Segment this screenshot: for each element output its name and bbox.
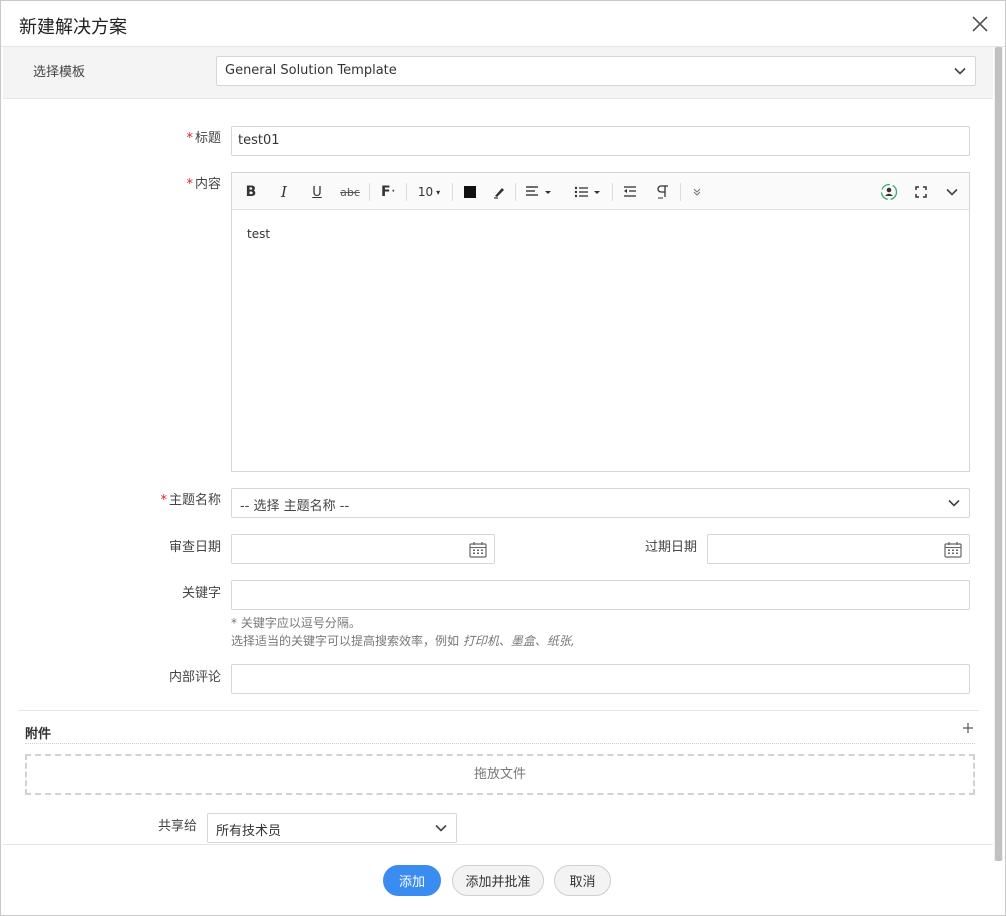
content-editor[interactable]: B I U abc F · 10 ▾ test	[231, 172, 970, 472]
add-button[interactable]: 添加	[383, 865, 441, 896]
toolbar-separator	[515, 183, 516, 201]
share-select[interactable]: 所有技术员	[207, 813, 457, 843]
dialog-scrollbar[interactable]	[994, 47, 1003, 861]
text-color-icon[interactable]	[463, 182, 477, 202]
title-input[interactable]: test01	[231, 126, 970, 156]
subject-select[interactable]: -- 选择 主题名称 --	[231, 488, 970, 518]
dialog-footer: 添加 添加并批准 取消	[3, 844, 993, 915]
add-and-approve-button[interactable]: 添加并批准	[452, 865, 544, 896]
section-divider	[19, 710, 979, 711]
keywords-hint-examples: 打印机、墨盒、纸张,	[462, 634, 575, 648]
review-date-input[interactable]	[231, 534, 495, 564]
strikethrough-icon[interactable]: abc	[340, 182, 360, 202]
expiry-date-label: 过期日期	[644, 540, 697, 555]
highlight-pen-icon[interactable]	[492, 182, 506, 202]
toolbar-separator	[406, 183, 407, 201]
subject-label: * 主题名称	[160, 493, 221, 508]
font-family-icon[interactable]: F ·	[380, 182, 396, 202]
cancel-button[interactable]: 取消	[554, 865, 611, 896]
internal-comment-input[interactable]	[231, 664, 970, 694]
keywords-input[interactable]	[231, 580, 970, 610]
toolbar-separator	[452, 183, 453, 201]
attachment-title: 附件	[25, 727, 52, 742]
required-mark: *	[186, 177, 193, 192]
font-size-dropdown[interactable]: 10 ▾	[416, 182, 442, 202]
chevron-down-icon	[954, 67, 966, 75]
template-select-value: General Solution Template	[225, 63, 397, 78]
new-solution-dialog: 新建解决方案 选择模板 General Solution Template * 标…	[0, 0, 1006, 916]
user-sync-icon[interactable]	[880, 182, 898, 202]
required-mark: *	[186, 131, 193, 146]
subject-select-value: -- 选择 主题名称 --	[240, 499, 350, 514]
align-dropdown-icon[interactable]	[525, 182, 553, 202]
template-bar: 选择模板 General Solution Template	[3, 47, 993, 99]
template-label: 选择模板	[33, 65, 86, 80]
chevron-down-icon	[435, 824, 447, 832]
italic-icon[interactable]: I	[277, 182, 291, 202]
required-mark: *	[160, 493, 167, 508]
keywords-hint-line2: 选择适当的关键字可以提高搜索效率，例如 打印机、墨盒、纸张,	[231, 634, 575, 648]
title-input-value: test01	[238, 133, 280, 148]
calendar-icon[interactable]	[469, 541, 487, 558]
internal-comment-label: 内部评论	[168, 670, 221, 685]
review-date-label: 审查日期	[168, 540, 221, 555]
outdent-icon[interactable]	[623, 182, 637, 202]
title-label: * 标题	[186, 131, 221, 146]
share-label: 共享给	[157, 819, 197, 834]
dialog-title: 新建解决方案	[19, 17, 127, 38]
paragraph-format-icon[interactable]	[656, 182, 670, 202]
collapse-toolbar-icon[interactable]	[945, 182, 959, 202]
more-options-icon[interactable]	[690, 182, 704, 202]
expiry-date-input[interactable]	[707, 534, 970, 564]
chevron-down-icon	[948, 499, 960, 507]
template-select[interactable]: General Solution Template	[216, 56, 976, 86]
bold-icon[interactable]: B	[244, 182, 258, 202]
scrollbar-thumb[interactable]	[995, 47, 1002, 861]
underline-icon[interactable]: U	[310, 182, 324, 202]
keywords-hint-line1: * 关键字应以逗号分隔。	[231, 616, 361, 630]
calendar-icon[interactable]	[944, 541, 962, 558]
dialog-titlebar: 新建解决方案	[1, 1, 1005, 47]
add-attachment-icon[interactable]	[961, 721, 975, 735]
editor-toolbar: B I U abc F · 10 ▾	[232, 173, 969, 210]
attachment-divider	[25, 743, 975, 744]
fullscreen-icon[interactable]	[914, 182, 928, 202]
toolbar-separator	[612, 183, 613, 201]
share-select-value: 所有技术员	[216, 824, 282, 839]
editor-content[interactable]: test	[247, 227, 270, 241]
file-dropzone[interactable]: 拖放文件	[25, 754, 975, 795]
close-icon[interactable]	[969, 13, 991, 35]
keywords-label: 关键字	[181, 586, 221, 601]
list-dropdown-icon[interactable]	[574, 182, 602, 202]
toolbar-separator	[369, 183, 370, 201]
content-label: * 内容	[186, 177, 221, 192]
toolbar-separator	[680, 183, 681, 201]
